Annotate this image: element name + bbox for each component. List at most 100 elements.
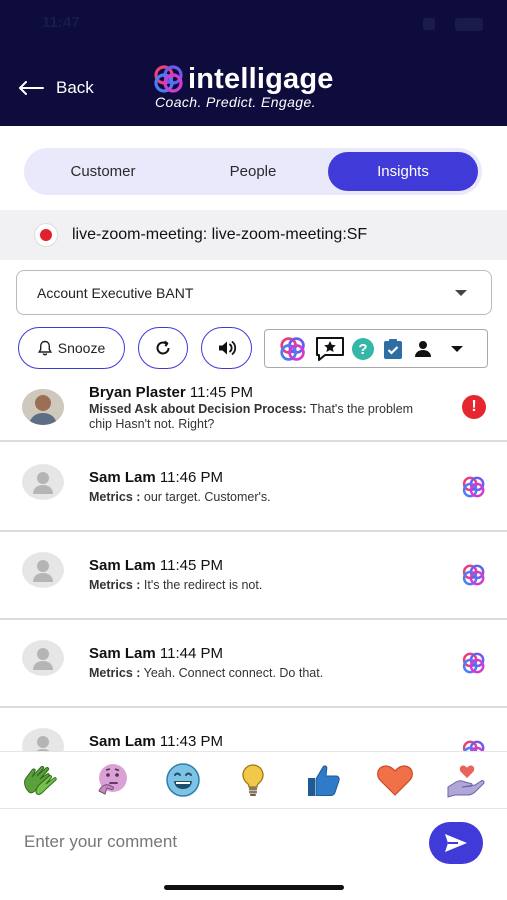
heart-in-hand-reaction[interactable] xyxy=(444,758,488,802)
snooze-label: Snooze xyxy=(57,340,106,356)
item-body: Metrics : our target. Customer's. xyxy=(89,490,439,505)
insight-filter[interactable]: ? xyxy=(264,329,488,368)
send-icon xyxy=(445,834,467,852)
avatar xyxy=(22,389,64,425)
item-header: Sam Lam 11:43 PM xyxy=(89,733,223,750)
item-body: Missed Ask about Decision Process: That'… xyxy=(89,402,439,432)
meeting-title: live-zoom-meeting: live-zoom-meeting:SF xyxy=(72,226,368,243)
thinking-face-reaction[interactable] xyxy=(90,758,134,802)
chevron-down-icon[interactable] xyxy=(451,345,463,352)
intelligage-logo-icon xyxy=(462,564,485,586)
intelligage-logo-icon xyxy=(154,65,183,93)
back-arrow-icon xyxy=(19,81,44,95)
brand-tagline: Coach. Predict. Engage. xyxy=(155,94,316,110)
alert-icon: ! xyxy=(462,395,486,419)
clapping-hands-icon xyxy=(24,765,58,795)
heart-in-hand-icon xyxy=(447,765,485,798)
default-avatar-icon xyxy=(33,560,53,582)
action-row: Snooze ? xyxy=(18,327,490,369)
item-label: Metrics : xyxy=(89,666,141,680)
app-header: 11:47 Back intelligage Coach. Predict. E… xyxy=(0,0,507,126)
snooze-button[interactable]: Snooze xyxy=(18,327,125,369)
comment-bar xyxy=(0,810,507,872)
item-header: Sam Lam 11:45 PM xyxy=(89,557,223,574)
item-text: Yeah. Connect connect. Do that. xyxy=(143,666,324,680)
item-label: Metrics : xyxy=(89,490,141,504)
reaction-bar xyxy=(0,751,507,809)
feed-item[interactable]: Bryan Plaster 11:45 PM Missed Ask about … xyxy=(0,375,507,442)
avatar xyxy=(22,728,64,751)
starred-comment-filter-icon[interactable] xyxy=(315,336,345,362)
chevron-down-icon xyxy=(455,290,467,296)
bell-icon xyxy=(37,340,52,356)
home-indicator xyxy=(164,885,344,890)
send-button[interactable] xyxy=(429,822,483,864)
item-time: 11:45 PM xyxy=(189,384,253,401)
item-source xyxy=(461,650,487,676)
item-time: 11:45 PM xyxy=(159,557,223,574)
grinning-face-reaction[interactable] xyxy=(161,758,205,802)
feed-item[interactable]: Sam Lam 11:43 PM xyxy=(0,708,507,751)
item-time: 11:44 PM xyxy=(159,645,223,662)
item-author: Sam Lam xyxy=(89,645,156,662)
item-author: Bryan Plaster xyxy=(89,384,186,401)
item-time: 11:43 PM xyxy=(159,733,223,750)
feed-item[interactable]: Sam Lam 11:46 PM Metrics : our target. C… xyxy=(0,444,507,532)
playbook-select[interactable]: Account Executive BANT xyxy=(16,270,492,315)
default-avatar-icon xyxy=(36,736,50,751)
person-filter-icon[interactable] xyxy=(411,337,435,361)
feed-item[interactable]: Sam Lam 11:45 PM Metrics : It's the redi… xyxy=(0,532,507,620)
comment-input[interactable] xyxy=(14,822,404,862)
task-filter-icon[interactable] xyxy=(381,337,405,361)
battery-icon xyxy=(455,18,483,31)
default-avatar-icon xyxy=(33,472,53,494)
status-bar: 11:47 xyxy=(0,14,507,36)
intelligage-logo-icon xyxy=(280,336,305,361)
item-body: Metrics : Yeah. Connect connect. Do that… xyxy=(89,666,439,681)
question-icon: ? xyxy=(352,337,374,360)
tab-insights[interactable]: Insights xyxy=(328,152,478,191)
playbook-select-value: Account Executive BANT xyxy=(37,284,194,301)
star-comment-icon xyxy=(316,336,344,361)
status-time: 11:47 xyxy=(42,14,80,31)
sound-button[interactable] xyxy=(201,327,252,369)
light-bulb-reaction[interactable] xyxy=(231,758,275,802)
light-bulb-icon xyxy=(242,764,265,796)
item-label: Missed Ask about Decision Process: xyxy=(89,402,307,416)
svg-text:?: ? xyxy=(358,341,367,358)
refresh-icon xyxy=(156,340,170,355)
question-filter-icon[interactable]: ? xyxy=(351,337,375,361)
item-author: Sam Lam xyxy=(89,733,156,750)
clapping-hands-reaction[interactable] xyxy=(19,758,63,802)
avatar xyxy=(22,552,64,588)
item-source xyxy=(461,738,487,751)
item-status: ! xyxy=(461,394,487,420)
person-icon xyxy=(415,340,431,357)
brand-name: intelligage xyxy=(188,63,334,95)
thumbs-up-reaction[interactable] xyxy=(302,758,346,802)
item-text: It's the redirect is not. xyxy=(143,578,263,592)
item-source xyxy=(461,474,487,500)
item-body: Metrics : It's the redirect is not. xyxy=(89,578,439,593)
item-header: Sam Lam 11:44 PM xyxy=(89,645,223,662)
tab-customer[interactable]: Customer xyxy=(28,152,178,191)
back-label: Back xyxy=(56,78,94,97)
brand-logo: intelligage Coach. Predict. Engage. xyxy=(152,62,362,112)
item-header: Sam Lam 11:46 PM xyxy=(89,469,223,486)
tab-people[interactable]: People xyxy=(178,152,328,191)
item-label: Metrics : xyxy=(89,578,141,592)
heart-reaction[interactable] xyxy=(373,758,417,802)
recording-icon xyxy=(34,223,58,247)
thumbs-up-icon xyxy=(308,765,340,796)
heart-icon xyxy=(376,765,413,796)
intelligage-filter-icon[interactable] xyxy=(277,336,309,362)
speaker-icon xyxy=(218,341,236,355)
intelligage-logo-icon xyxy=(462,652,485,674)
avatar xyxy=(22,640,64,676)
item-author: Sam Lam xyxy=(89,469,156,486)
refresh-button[interactable] xyxy=(138,327,188,369)
default-avatar-icon xyxy=(33,648,53,670)
feed-item[interactable]: Sam Lam 11:44 PM Metrics : Yeah. Connect… xyxy=(0,620,507,708)
back-button[interactable]: Back xyxy=(18,76,94,100)
item-header: Bryan Plaster 11:45 PM xyxy=(89,384,253,401)
